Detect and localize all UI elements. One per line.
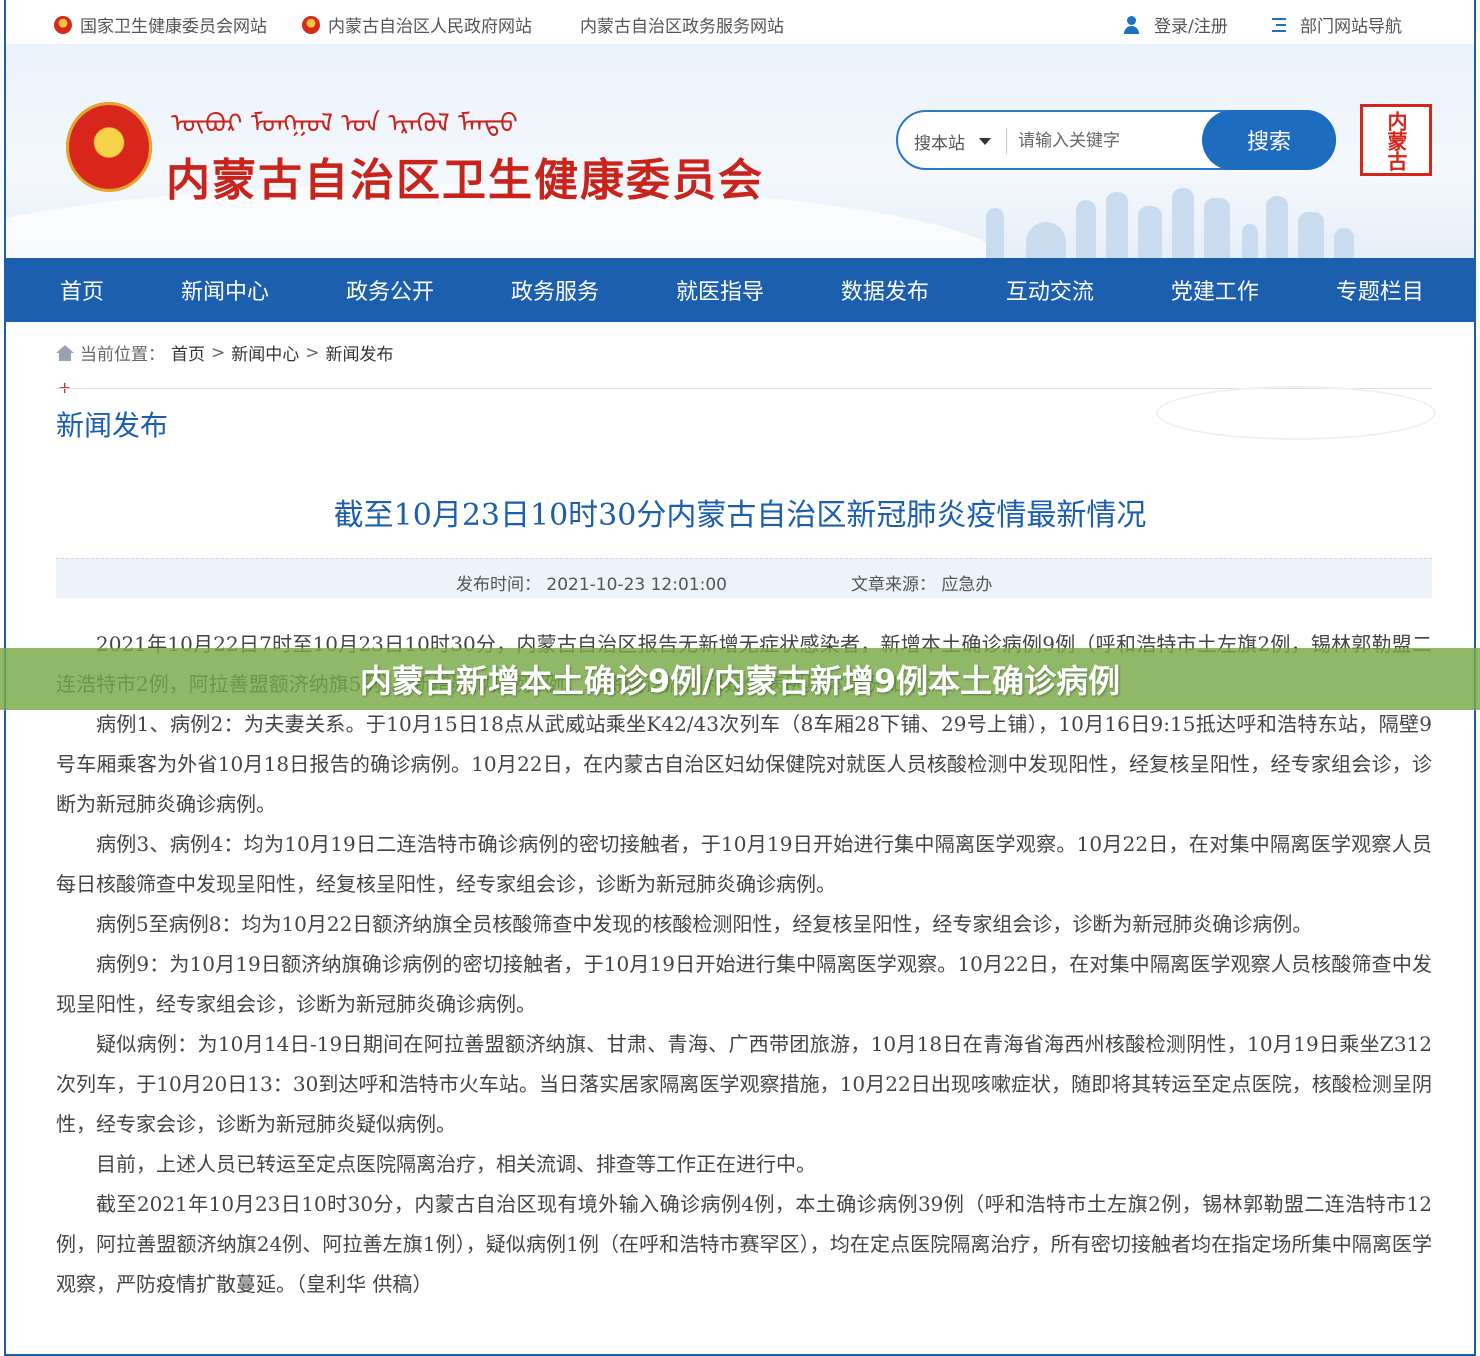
- overlay-caption-band: 内蒙古新增本土确诊9例/内蒙古新增9例本土确诊病例: [0, 648, 1480, 710]
- search-input[interactable]: [1018, 126, 1198, 156]
- top-utility-bar: 国家卫生健康委员会网站 内蒙古自治区人民政府网站 内蒙古自治区政务服务网站 登录…: [6, 0, 1474, 44]
- breadcrumb: 当前位置： 首页 > 新闻中心 > 新闻发布: [56, 340, 394, 365]
- article-paragraph: 病例1、病例2：为夫妻关系。于10月15日18点从武威站乘坐K42/43次列车（…: [56, 712, 1432, 816]
- dept-nav-label[interactable]: 部门网站导航: [1300, 12, 1402, 37]
- nav-item-gov-services[interactable]: 政务服务: [501, 274, 609, 306]
- site-title: 内蒙古自治区卫生健康委员会: [166, 155, 764, 206]
- mongolian-seal-logo: 内蒙古: [1360, 104, 1432, 176]
- article-paragraph: 疑似病例：为10月14日-19日期间在阿拉善盟额济纳旗、甘肃、青海、广西带团旅游…: [56, 1032, 1432, 1136]
- main-navigation: 首页 新闻中心 政务公开 政务服务 就医指导 数据发布 互动交流 党建工作 专题…: [6, 258, 1474, 322]
- search-button[interactable]: 搜索: [1202, 110, 1336, 170]
- nav-item-news[interactable]: 新闻中心: [171, 274, 279, 306]
- login-register-label[interactable]: 登录/注册: [1154, 12, 1228, 37]
- crowd-silhouette-illustration: [966, 184, 1386, 258]
- dept-nav-link[interactable]: 部门网站导航: [1272, 12, 1402, 37]
- article-meta: 发布时间： 2021-10-23 12:01:00 文章来源： 应急办: [56, 558, 1432, 598]
- login-register-link[interactable]: 登录/注册: [1124, 12, 1228, 37]
- user-icon: [1124, 15, 1144, 34]
- breadcrumb-news-center[interactable]: 新闻中心: [231, 340, 299, 365]
- nav-item-party-building[interactable]: 党建工作: [1161, 274, 1269, 306]
- chevron-down-icon: [979, 138, 991, 145]
- article-title: 截至10月23日10时30分内蒙古自治区新冠肺炎疫情最新情况: [333, 498, 1147, 533]
- article-paragraph: 病例3、病例4：均为10月19日二连浩特市确诊病例的密切接触者，于10月19日开…: [56, 832, 1432, 896]
- nav-item-data-release[interactable]: 数据发布: [831, 274, 939, 306]
- article-body: 2021年10月22日7时至10月23日10时30分，内蒙古自治区报告无新增无症…: [56, 624, 1432, 1304]
- link-nmg-service-label[interactable]: 内蒙古自治区政务服务网站: [580, 12, 784, 37]
- national-emblem-icon: [302, 15, 320, 34]
- article-paragraph: 病例9：为10月19日额济纳旗确诊病例的密切接触者，于10月19日开始进行集中隔…: [56, 952, 1432, 1016]
- seal-text: 内蒙古: [1384, 111, 1408, 171]
- nav-item-medical-guide[interactable]: 就医指导: [666, 274, 774, 306]
- search-scope-label: 搜本站: [914, 134, 965, 154]
- search-scope-select[interactable]: 搜本站: [914, 129, 991, 154]
- nav-item-home[interactable]: 首页: [50, 274, 114, 306]
- nav-item-public-affairs[interactable]: 政务公开: [336, 274, 444, 306]
- publish-time: 发布时间： 2021-10-23 12:01:00: [456, 575, 727, 595]
- national-emblem-logo: [66, 102, 152, 192]
- nav-item-interaction[interactable]: 互动交流: [996, 274, 1104, 306]
- article-paragraph: 病例5至病例8：均为10月22日额济纳旗全员核酸筛查中发现的核酸检测阳性，经复核…: [96, 912, 1313, 936]
- breadcrumb-news-release[interactable]: 新闻发布: [326, 340, 394, 365]
- header-banner: ᠥᠪᠦᠷ ᠮᠣᠩᠭᠣᠯ ᠤᠨ ᠡᠷᠡᠭᠦᠯ ᠮᠡᠨᠳᠦ 内蒙古自治区卫生健康委员…: [6, 44, 1474, 258]
- nav-item-special-topics[interactable]: 专题栏目: [1326, 274, 1434, 306]
- link-nhc[interactable]: 国家卫生健康委员会网站: [54, 12, 267, 37]
- list-icon: [1272, 17, 1290, 32]
- national-emblem-icon: [54, 15, 72, 34]
- article-paragraph: 截至2021年10月23日10时30分，内蒙古自治区现有境外输入确诊病例4例，本…: [56, 1192, 1432, 1296]
- link-nmg-gov[interactable]: 内蒙古自治区人民政府网站: [302, 12, 532, 37]
- site-search-box: 搜本站 搜索: [896, 110, 1336, 170]
- cloud-pattern-decoration: [1156, 386, 1436, 440]
- breadcrumb-label: 当前位置：: [80, 345, 165, 365]
- home-icon: [56, 344, 74, 361]
- article-paragraph: 目前，上述人员已转运至定点医院隔离治疗，相关流调、排查等工作正在进行中。: [96, 1152, 816, 1176]
- mongolian-script-title: ᠥᠪᠦᠷ ᠮᠣᠩᠭᠣᠯ ᠤᠨ ᠡᠷᠡᠭᠦᠯ ᠮᠡᠨᠳᠦ: [171, 109, 518, 139]
- link-nmg-service[interactable]: 内蒙古自治区政务服务网站: [580, 12, 784, 37]
- link-nhc-label[interactable]: 国家卫生健康委员会网站: [80, 12, 267, 37]
- overlay-caption: 内蒙古新增本土确诊9例/内蒙古新增9例本土确诊病例: [359, 662, 1121, 700]
- article-source: 文章来源： 应急办: [851, 575, 993, 595]
- section-title: 新闻发布: [56, 409, 169, 442]
- link-nmg-gov-label[interactable]: 内蒙古自治区人民政府网站: [328, 12, 532, 37]
- breadcrumb-home[interactable]: 首页: [171, 340, 205, 365]
